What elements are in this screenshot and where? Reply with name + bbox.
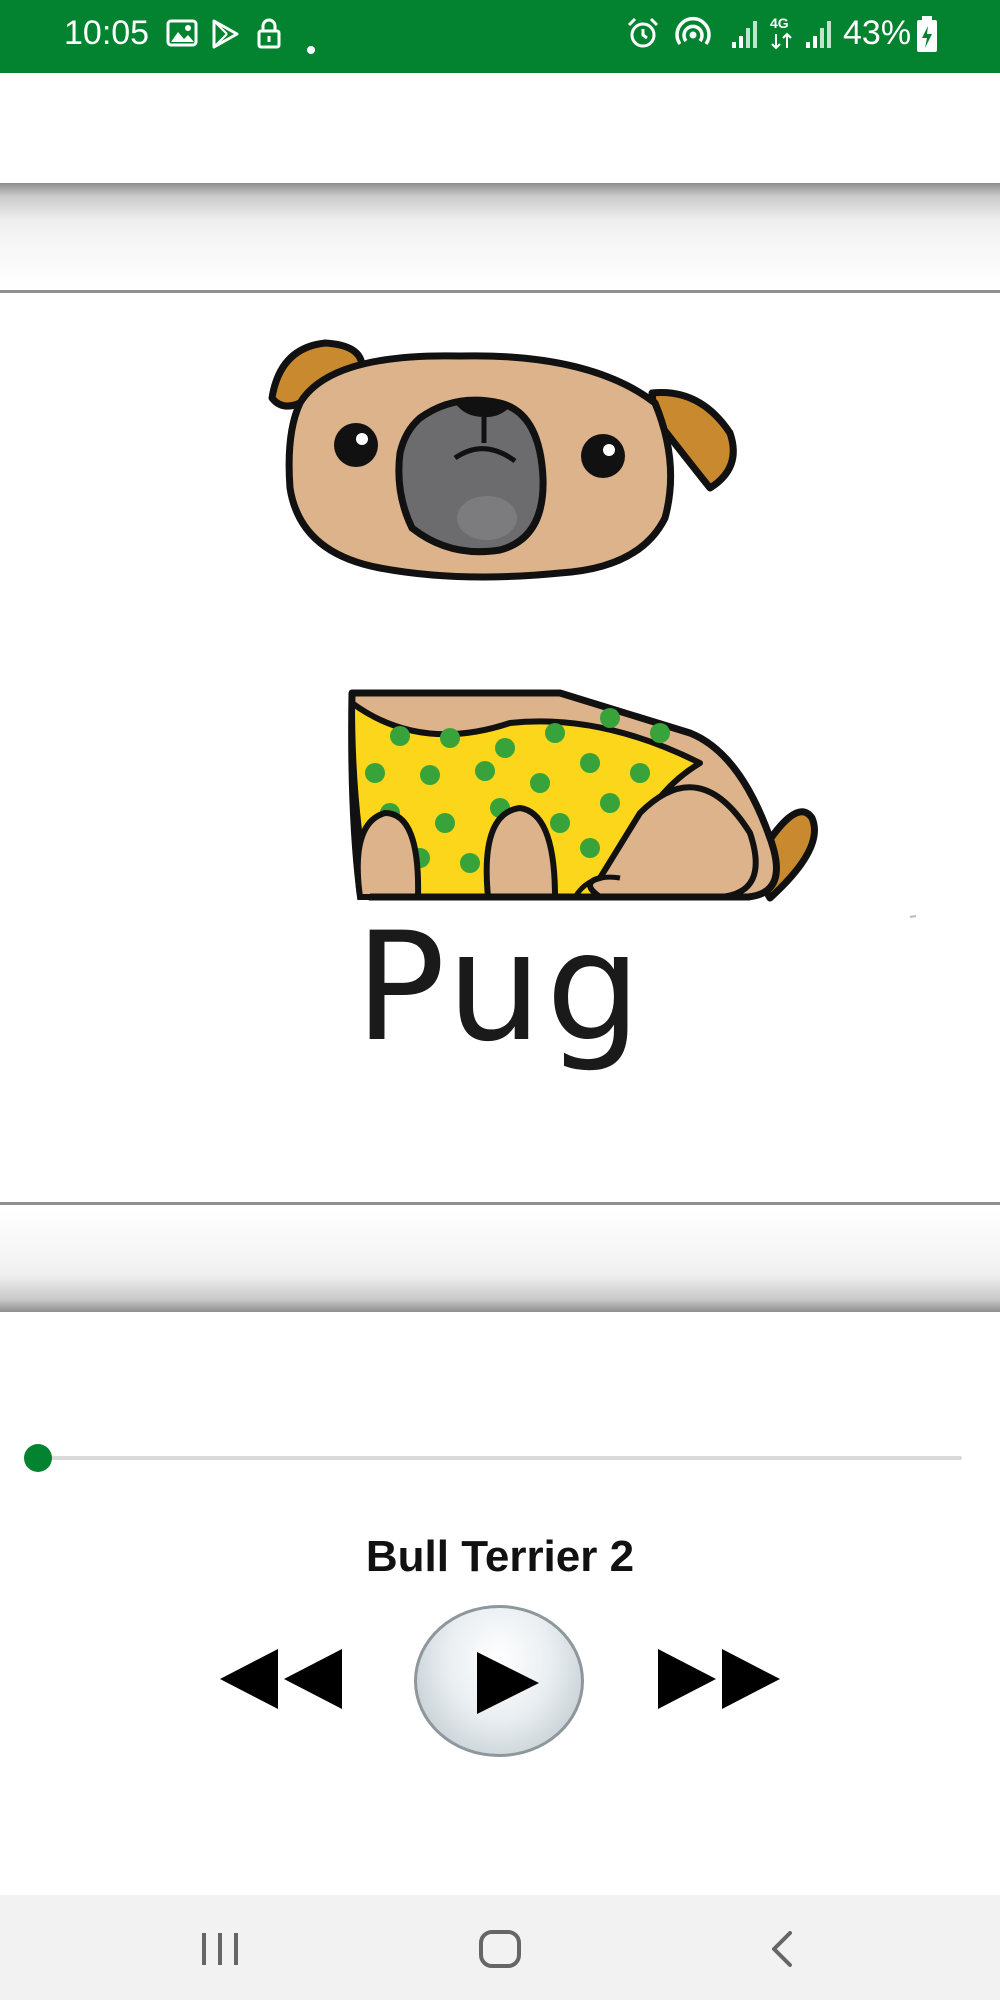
- battery-charging-icon: [917, 16, 937, 52]
- flashcard-caption: Pug: [354, 901, 646, 1075]
- bottom-frame-shade: [0, 1206, 1000, 1312]
- play-button[interactable]: [414, 1605, 584, 1757]
- track-title: Bull Terrier 2: [365, 1532, 635, 1581]
- seek-bar[interactable]: [24, 1442, 962, 1474]
- lock-icon: [257, 18, 281, 49]
- status-time: 10:05: [64, 14, 150, 52]
- rewind-icon[interactable]: [218, 1646, 344, 1712]
- svg-text:4G: 4G: [770, 15, 789, 31]
- navigation-bar: [0, 1895, 1000, 2000]
- 4g-icon: 4G: [770, 15, 792, 50]
- signal-icon: [806, 21, 831, 48]
- play-icon: [477, 1652, 539, 1714]
- recent-apps-icon[interactable]: [196, 1929, 244, 1969]
- alarm-icon: [627, 17, 659, 48]
- fast-forward-icon[interactable]: [656, 1646, 782, 1712]
- bottom-divider: [0, 1202, 1000, 1205]
- seek-thumb[interactable]: [24, 1444, 52, 1472]
- gallery-icon: [166, 19, 198, 47]
- battery-percentage: 43%: [843, 14, 912, 52]
- top-frame-shade: [0, 183, 1000, 290]
- play-store-icon: [212, 19, 239, 49]
- flashcard-image[interactable]: Pug: [0, 293, 1000, 1203]
- dot-icon: [307, 46, 315, 54]
- home-icon[interactable]: [476, 1929, 524, 1969]
- signal-icon: [732, 21, 757, 48]
- status-bar: 10:05 4G 43%: [0, 0, 1000, 73]
- hotspot-icon: [675, 16, 711, 46]
- seek-track[interactable]: [38, 1456, 962, 1460]
- back-icon[interactable]: [762, 1929, 802, 1969]
